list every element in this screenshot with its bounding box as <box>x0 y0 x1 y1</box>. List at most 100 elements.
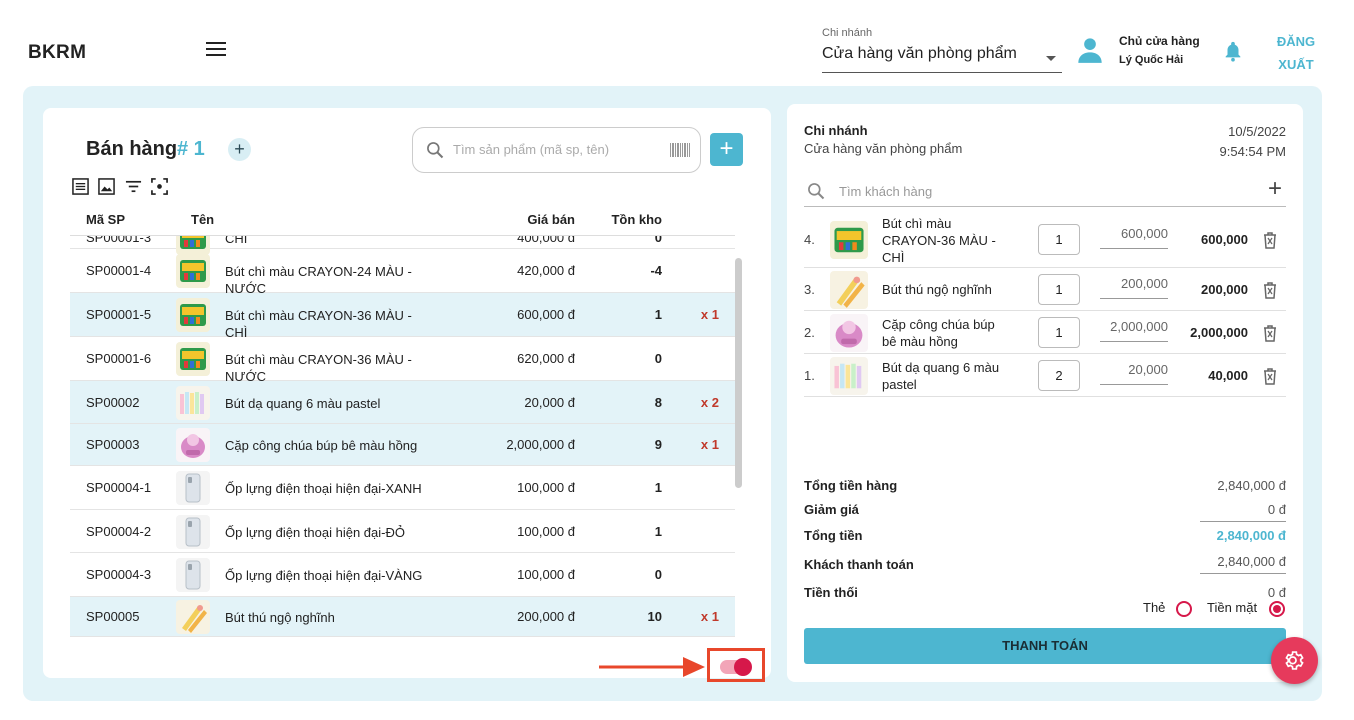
image-view-icon[interactable] <box>98 178 116 195</box>
pay-cash-label: Tiền mặt <box>1207 600 1258 615</box>
product-name: Bút thú ngộ nghĩnh <box>225 610 335 625</box>
product-row[interactable]: SP00001-4 Bút chì màu CRAYON-24 MÀU - NƯỚ… <box>70 249 735 296</box>
settings-button[interactable] <box>1271 637 1318 684</box>
cart-item-price-input[interactable]: 20,000 <box>1100 359 1168 385</box>
cart-item-qty-input[interactable]: 1 <box>1038 273 1080 305</box>
trash-icon[interactable] <box>1262 231 1278 249</box>
pay-card-option[interactable]: Thẻ <box>1143 600 1192 617</box>
product-code: SP00004-3 <box>86 567 152 582</box>
cart-item: 3. Bút thú ngộ nghĩnh 1 200,000 200,000 <box>804 268 1286 311</box>
product-price: 2,000,000 đ <box>506 437 575 452</box>
product-image <box>176 385 210 420</box>
branch-select-label: Chi nhánh <box>822 27 873 39</box>
product-row[interactable]: SP00001-5 Bút chì màu CRAYON-36 MÀU - CHÌ… <box>70 293 735 340</box>
product-row[interactable]: SP00004-3 Ốp lựng điện thoại hiện đại-VÀN… <box>70 553 735 597</box>
scan-icon[interactable] <box>151 178 169 195</box>
cart-item-price-input[interactable]: 600,000 <box>1100 223 1168 249</box>
product-image <box>176 600 210 634</box>
pay-cash-radio[interactable] <box>1269 601 1285 617</box>
product-name: Ốp lựng điện thoại hiện đại-VÀNG <box>225 568 423 583</box>
cart-item-index: 4. <box>804 232 815 247</box>
product-name: CHÌ <box>225 236 248 246</box>
product-row[interactable]: SP00002 Bút dạ quang 6 màu pastel 20,000 đ… <box>70 381 735 424</box>
add-product-button[interactable]: + <box>710 133 743 166</box>
bell-icon[interactable] <box>1222 40 1244 62</box>
logout-label-2: XUẤT <box>1278 57 1314 72</box>
list-view-icon[interactable] <box>72 178 89 195</box>
product-price: 200,000 đ <box>517 609 575 624</box>
product-row[interactable]: SP00003 Cặp công chúa búp bê màu hồng 2,00… <box>70 424 735 466</box>
cart-item-name: Bút thú ngộ nghĩnh <box>882 282 992 297</box>
cart-item-index: 1. <box>804 367 815 383</box>
filter-icon[interactable] <box>125 178 142 195</box>
trash-icon[interactable] <box>1262 367 1278 385</box>
cart-item-image <box>830 313 868 352</box>
invoice-branch-label: Chi nhánh <box>804 123 868 138</box>
product-name: Bút chì màu CRAYON-24 MÀU - NƯỚC <box>225 264 412 296</box>
product-cart-qty: x 1 <box>700 307 719 322</box>
cart-item-image <box>830 270 868 309</box>
product-row[interactable]: SP00005 Bút thú ngộ nghĩnh 200,000 đ 10 x 1 <box>70 597 735 637</box>
cart-item: 2. Cặp công chúa búp bê màu hồng 1 2,000,00… <box>804 311 1286 354</box>
total-value: 2,840,000 đ <box>1216 528 1286 543</box>
product-row[interactable]: SP00001-3 CHÌ 400,000 đ 0 <box>70 236 735 255</box>
product-price: 100,000 đ <box>517 523 575 539</box>
product-cart-qty: x 2 <box>700 394 719 410</box>
product-stock: 0 <box>654 351 662 366</box>
customer-search-placeholder: Tìm khách hàng <box>839 184 933 199</box>
trash-icon[interactable] <box>1262 281 1278 299</box>
scrollbar[interactable] <box>735 258 742 488</box>
product-image <box>176 342 210 376</box>
product-row[interactable]: SP00001-6 Bút chì màu CRAYON-36 MÀU - NƯỚ… <box>70 337 735 384</box>
cart-item-subtotal: 2,000,000 <box>1190 324 1248 340</box>
product-table-header: Mã SP Tên Giá bán Tồn kho <box>70 208 735 236</box>
cart-item-price-input[interactable]: 200,000 <box>1100 273 1168 299</box>
product-code: SP00003 <box>86 437 140 452</box>
add-customer-button[interactable]: + <box>1268 175 1282 203</box>
pay-cash-option[interactable]: Tiền mặt <box>1207 600 1285 617</box>
trash-icon[interactable] <box>1262 324 1278 342</box>
product-price: 420,000 đ <box>517 263 575 278</box>
customer-search-input[interactable]: Tìm khách hàng + <box>804 175 1286 207</box>
product-code: SP00002 <box>86 394 140 410</box>
cart-item-price-input[interactable]: 2,000,000 <box>1100 316 1168 342</box>
cart-item-name: Bút dạ quang 6 màu pastel <box>882 359 1000 392</box>
product-name: Bút chì màu CRAYON-36 MÀU - NƯỚC <box>225 352 412 384</box>
user-icon[interactable] <box>1076 36 1104 64</box>
search-icon <box>808 183 825 200</box>
logout-button[interactable]: ĐĂNG XUẤT <box>1270 30 1322 76</box>
cart-item-index: 3. <box>804 281 815 297</box>
cart-item-qty-input[interactable]: 1 <box>1038 316 1080 348</box>
product-price: 100,000 đ <box>517 567 575 582</box>
product-image <box>176 471 210 505</box>
branch-select[interactable]: Chi nhánh Cửa hàng văn phòng phẩm <box>822 27 1062 73</box>
cart-item: 1. Bút dạ quang 6 màu pastel 2 20,000 40,000 <box>804 354 1286 397</box>
toggle-switch[interactable] <box>720 658 752 676</box>
cart-item-qty-input[interactable]: 2 <box>1038 359 1080 391</box>
pay-card-radio[interactable] <box>1176 601 1192 617</box>
cart-item-image <box>830 356 868 395</box>
product-search-input[interactable]: Tìm sản phẩm (mã sp, tên) <box>412 127 701 173</box>
product-row[interactable]: SP00004-2 Ốp lựng điện thoại hiện đại-ĐỎ 1… <box>70 510 735 553</box>
product-name: Bút dạ quang 6 màu pastel <box>225 395 381 411</box>
product-stock: 1 <box>654 480 662 495</box>
product-stock: 1 <box>654 307 662 322</box>
checkout-button[interactable]: THANH TOÁN <box>804 628 1286 664</box>
cart-item-qty-input[interactable]: 1 <box>1038 224 1080 255</box>
product-image <box>176 558 210 592</box>
product-price: 600,000 đ <box>517 307 575 322</box>
col-code: Mã SP <box>86 212 126 227</box>
add-invoice-tab-button[interactable]: + <box>228 138 251 161</box>
search-icon <box>427 142 444 159</box>
toggle-knob <box>734 658 752 676</box>
product-stock: 0 <box>654 567 662 582</box>
change-value: 0 đ <box>1267 585 1286 600</box>
discount-input[interactable]: 0 đ <box>1200 500 1286 522</box>
invoice-time: 9:54:54 PM <box>1219 144 1287 159</box>
barcode-icon[interactable] <box>669 142 691 158</box>
product-row[interactable]: SP00004-1 Ốp lựng điện thoại hiện đại-XAN… <box>70 466 735 510</box>
customer-paid-input[interactable]: 2,840,000 đ <box>1200 552 1286 574</box>
view-toolbar <box>72 178 173 196</box>
product-cart-qty: x 1 <box>700 437 719 452</box>
menu-icon[interactable] <box>206 42 226 58</box>
